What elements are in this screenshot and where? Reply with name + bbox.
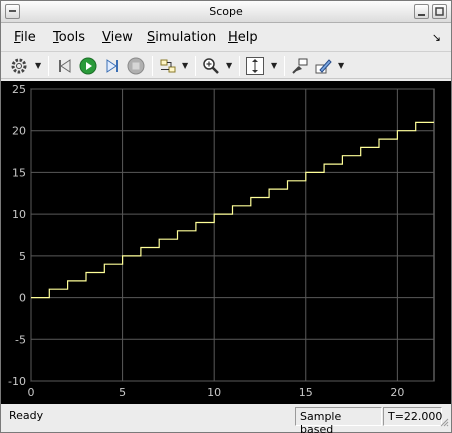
minimize-icon — [418, 14, 425, 16]
signal-config-button[interactable] — [158, 55, 178, 77]
settings-button[interactable] — [9, 55, 29, 77]
minimize-button[interactable] — [414, 4, 429, 19]
run-icon — [79, 57, 97, 75]
toolbar: ▼ ▼ ▼ ▼ ▼ — [1, 51, 451, 79]
zoom-in-icon — [203, 58, 219, 74]
y-tick-label: 15 — [12, 166, 26, 179]
y-tick-label: 0 — [19, 292, 26, 305]
menu-help[interactable]: Help — [228, 30, 258, 45]
y-tick-label: 5 — [19, 250, 26, 263]
toolbar-separator — [48, 56, 49, 76]
menu-tools-label: ools — [58, 30, 86, 45]
axes-box — [30, 88, 435, 382]
autoscale-icon — [246, 57, 264, 75]
menu-tools[interactable]: Tools — [53, 30, 85, 45]
scope-window: Scope File Tools View Simulation Help ↘ … — [0, 0, 452, 433]
autoscale-button[interactable] — [244, 55, 266, 77]
stop-icon — [127, 57, 145, 75]
zoom-dropdown-icon[interactable]: ▼ — [226, 61, 232, 70]
scope-plot[interactable]: -10 -5 0 5 10 15 20 25 0 5 10 15 20 — [1, 81, 451, 404]
menu-simulation-label: imulation — [155, 30, 217, 45]
run-button[interactable] — [78, 55, 98, 77]
toolbar-separator — [195, 56, 196, 76]
settings-dropdown-icon[interactable]: ▼ — [35, 61, 41, 70]
y-tick-label: 25 — [12, 83, 26, 96]
menu-bar: File Tools View Simulation Help ↘ — [1, 27, 451, 49]
settings-icon — [11, 58, 27, 74]
window-title: Scope — [209, 5, 243, 18]
signal-dropdown-icon[interactable]: ▼ — [182, 61, 188, 70]
highlight-block-button[interactable] — [290, 55, 310, 77]
title-bar[interactable]: Scope — [1, 1, 451, 23]
x-tick-label: 0 — [28, 386, 35, 399]
style-dropdown-icon[interactable]: ▼ — [338, 61, 344, 70]
step-forward-icon — [106, 59, 118, 73]
status-bar: Ready Sample based T=22.000 — [1, 405, 451, 433]
status-mode: Sample based — [295, 407, 382, 433]
menu-help-label: elp — [237, 30, 258, 45]
menu-view[interactable]: View — [102, 30, 133, 45]
step-back-button[interactable] — [55, 55, 75, 77]
y-tick-label: -10 — [8, 375, 26, 388]
step-back-icon — [59, 59, 71, 73]
maximize-icon — [435, 7, 444, 16]
signal-config-icon — [160, 59, 176, 73]
highlight-block-icon — [292, 58, 308, 74]
step-forward-button[interactable] — [102, 55, 122, 77]
menu-help-mnemonic: H — [228, 30, 238, 45]
resize-grip-icon[interactable] — [439, 417, 449, 427]
menu-view-label: iew — [110, 30, 133, 45]
toolbar-separator — [239, 56, 240, 76]
x-tick-label: 10 — [207, 386, 221, 399]
undock-arrow-icon[interactable]: ↘ — [432, 31, 441, 44]
toolbar-separator — [284, 56, 285, 76]
y-tick-label: -5 — [15, 333, 26, 346]
autoscale-dropdown-icon[interactable]: ▼ — [271, 61, 277, 70]
toolbar-separator — [152, 56, 153, 76]
y-tick-label: 20 — [12, 125, 26, 138]
x-tick-label: 20 — [390, 386, 404, 399]
menu-file[interactable]: File — [14, 30, 36, 45]
menu-file-label: ile — [20, 30, 36, 45]
zoom-button[interactable] — [201, 55, 221, 77]
stop-button[interactable] — [126, 55, 146, 77]
status-time: T=22.000 — [383, 407, 442, 426]
x-tick-label: 15 — [299, 386, 313, 399]
maximize-button[interactable] — [432, 4, 447, 19]
style-button[interactable] — [313, 55, 333, 77]
plot-area[interactable]: -10 -5 0 5 10 15 20 25 0 5 10 15 20 — [1, 81, 451, 404]
status-ready-text: Ready — [9, 409, 44, 422]
y-tick-label: 10 — [12, 208, 26, 221]
x-tick-label: 5 — [119, 386, 126, 399]
menu-view-mnemonic: V — [102, 30, 111, 45]
menu-simulation[interactable]: Simulation — [147, 30, 216, 45]
style-icon — [315, 59, 332, 74]
